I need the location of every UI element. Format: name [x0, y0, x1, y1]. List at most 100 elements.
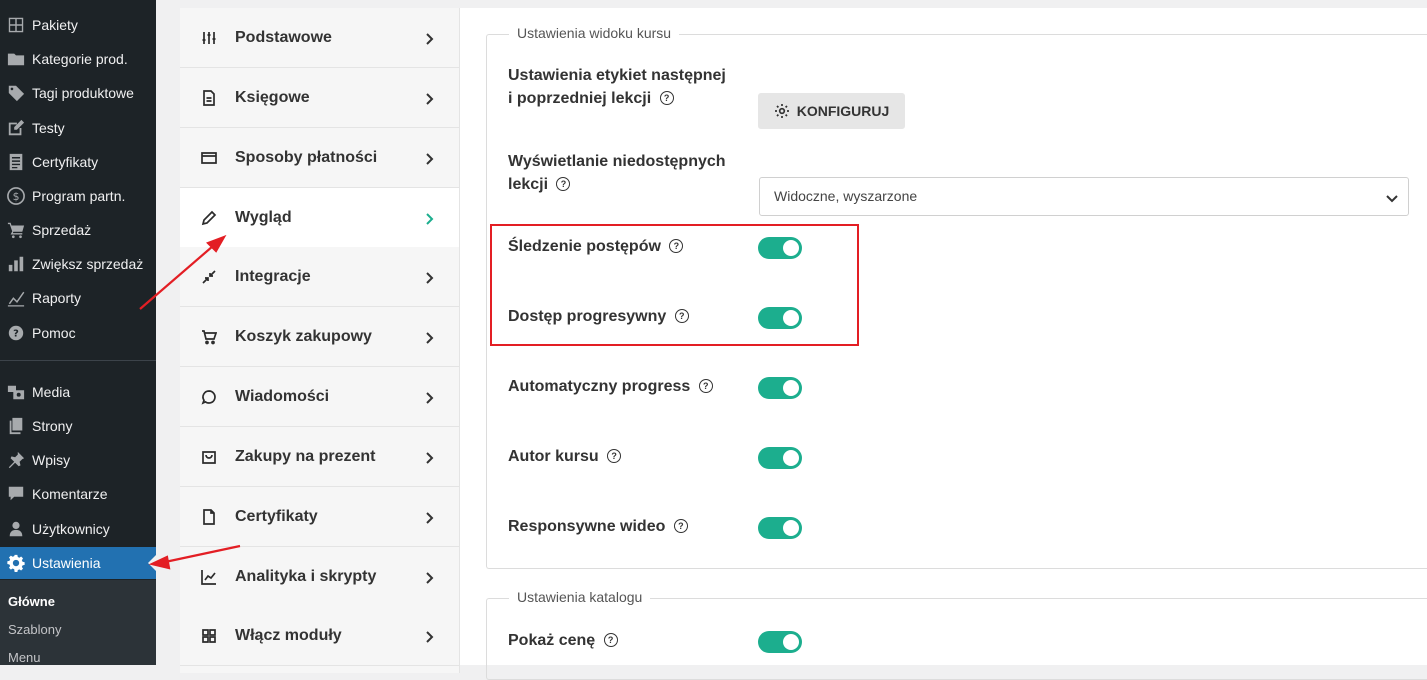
settings-nav-label: Włącz moduły [235, 626, 342, 644]
settings-nav-label: Integracje [235, 267, 311, 285]
course-author-toggle[interactable] [758, 447, 802, 469]
settings-nav-label: Sposoby płatności [235, 148, 378, 166]
chevron-right-icon [423, 571, 435, 584]
toggle-knob [783, 634, 799, 650]
gear-icon [774, 104, 789, 118]
wp-menu-sprzedaz[interactable]: Sprzedaż [0, 214, 156, 246]
chevron-right-icon [423, 212, 435, 225]
wp-menu-tagi[interactable]: Tagi produktowe [0, 77, 156, 109]
settings-nav-wlacz-moduly[interactable]: Włącz moduły [180, 606, 459, 666]
help-circle-icon[interactable]: ? [603, 633, 618, 647]
wp-menu-label: Zwiększ sprzedaż [32, 256, 144, 272]
responsive-video-toggle[interactable] [758, 517, 802, 539]
wp-menu-pakiety[interactable]: Pakiety [0, 9, 156, 41]
unavailable-lessons-label: Wyświetlanie niedostępnych lekcji ? [508, 150, 726, 196]
line-chart-icon [0, 289, 32, 307]
settings-nav-koszyk[interactable]: Koszyk zakupowy [180, 307, 459, 367]
help-circle-icon[interactable]: ? [659, 91, 674, 105]
wp-menu-testy[interactable]: Testy [0, 112, 156, 144]
tag-icon [0, 84, 32, 102]
wp-submenu-glowne[interactable]: Główne [8, 594, 55, 609]
wp-submenu-menu[interactable]: Menu [8, 650, 41, 665]
fieldset-legend: Ustawienia widoku kursu [509, 25, 680, 41]
toggle-knob [783, 380, 799, 396]
bar-chart-icon [0, 255, 32, 273]
dollar-icon: $ [0, 187, 32, 205]
chevron-right-icon [423, 451, 435, 464]
shopping-bag-icon [200, 448, 218, 466]
label-line-2: i poprzedniej lekcji [508, 90, 652, 107]
chevron-right-icon [423, 331, 435, 344]
wp-menu-wpisy[interactable]: Wpisy [0, 444, 156, 476]
settings-nav-label: Certyfikaty [235, 507, 318, 525]
settings-nav-integracje[interactable]: Integracje [180, 247, 459, 307]
grid-icon [0, 16, 32, 34]
document-icon [0, 153, 32, 171]
sliders-icon [200, 29, 218, 47]
wp-menu-pomoc[interactable]: ? Pomoc [0, 317, 156, 349]
label-line-2: lekcji [508, 176, 549, 193]
user-icon [0, 520, 32, 538]
settings-nav-ksiegowe[interactable]: Księgowe [180, 68, 459, 128]
wp-menu-zwieksz-sprzedaz[interactable]: Zwiększ sprzedaż [0, 248, 156, 280]
settings-icon [0, 554, 32, 572]
settings-nav-sposoby-platnosci[interactable]: Sposoby płatności [180, 128, 459, 188]
wp-menu-label: Pakiety [32, 17, 78, 33]
wp-menu-certyfikaty[interactable]: Certyfikaty [0, 146, 156, 178]
message-icon [200, 388, 218, 406]
wp-menu-komentarze[interactable]: Komentarze [0, 478, 156, 510]
show-price-toggle[interactable] [758, 631, 802, 653]
wp-menu-program-partn[interactable]: $ Program partn. [0, 180, 156, 212]
course-author-label: Autor kursu ? [508, 445, 622, 468]
settings-nav-label: Podstawowe [235, 28, 332, 46]
show-price-label: Pokaż cenę ? [508, 629, 618, 652]
edit-icon [0, 119, 32, 137]
wp-menu-strony[interactable]: Strony [0, 410, 156, 442]
settings-nav: Podstawowe Księgowe Sposoby płatności Wy… [180, 8, 460, 673]
help-circle-icon[interactable]: ? [698, 379, 713, 393]
settings-nav-label: Księgowe [235, 88, 310, 106]
wp-menu-label: Strony [32, 418, 73, 434]
wp-menu-label: Pomoc [32, 325, 76, 341]
file-icon [200, 508, 218, 526]
wp-menu-ustawienia[interactable]: Ustawienia [0, 547, 156, 579]
toggle-label-text: Autor kursu [508, 448, 599, 465]
wp-menu-media[interactable]: Media [0, 376, 156, 408]
settings-nav-podstawowe[interactable]: Podstawowe [180, 8, 459, 68]
auto-progress-toggle[interactable] [758, 377, 802, 399]
chevron-right-icon [423, 92, 435, 105]
wp-submenu: Główne Szablony Menu [0, 580, 156, 665]
trend-icon [200, 568, 218, 586]
wp-menu-label: Testy [32, 120, 65, 136]
unavailable-lessons-select[interactable]: Widoczne, wyszarzone [759, 177, 1409, 216]
folder-icon [0, 50, 32, 68]
chevron-right-icon [423, 152, 435, 165]
help-circle-icon[interactable]: ? [607, 449, 622, 463]
modules-icon [200, 627, 218, 645]
wp-menu-kategorie[interactable]: Kategorie prod. [0, 43, 156, 75]
chevron-right-icon [423, 271, 435, 284]
settings-nav-zakupy-na-prezent[interactable]: Zakupy na prezent [180, 427, 459, 487]
wp-submenu-szablony[interactable]: Szablony [8, 622, 61, 637]
toggle-knob [783, 450, 799, 466]
wp-menu-label: Program partn. [32, 188, 126, 204]
wp-menu-raporty[interactable]: Raporty [0, 282, 156, 314]
settings-nav-certyfikaty[interactable]: Certyfikaty [180, 487, 459, 547]
chevron-right-icon [423, 511, 435, 524]
wp-menu-uzytkownicy[interactable]: Użytkownicy [0, 513, 156, 545]
label-line-1: Wyświetlanie niedostępnych [508, 153, 726, 170]
toggle-label-text: Pokaż cenę [508, 632, 596, 649]
wp-admin-sidebar: Pakiety Kategorie prod. Tagi produktowe … [0, 0, 156, 665]
settings-nav-wiadomosci[interactable]: Wiadomości [180, 367, 459, 427]
file-text-icon [200, 89, 218, 107]
configure-button[interactable]: KONFIGURUJ [758, 93, 905, 129]
responsive-video-label: Responsywne wideo ? [508, 515, 688, 538]
help-circle-icon[interactable]: ? [556, 177, 571, 191]
settings-nav-label: Wygląd [235, 208, 292, 226]
help-circle-icon[interactable]: ? [673, 519, 688, 533]
auto-progress-label: Automatyczny progress ? [508, 375, 713, 398]
pin-icon [0, 451, 32, 469]
settings-nav-analityka[interactable]: Analityka i skrypty [180, 547, 459, 607]
settings-nav-wyglad[interactable]: Wygląd [180, 188, 459, 248]
toggle-label-text: Responsywne wideo [508, 518, 666, 535]
